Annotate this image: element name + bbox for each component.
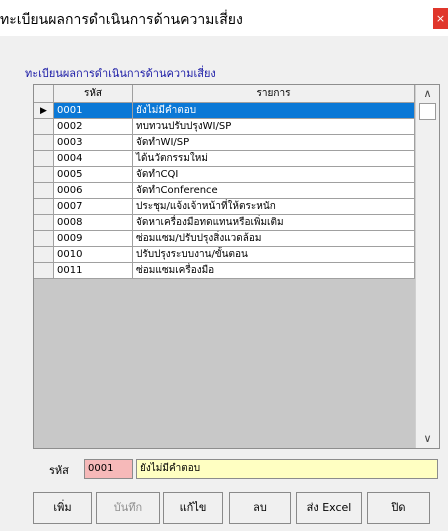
column-header-name[interactable]: รายการ xyxy=(133,85,415,102)
row-selector-header xyxy=(34,85,54,102)
row-selector[interactable] xyxy=(34,247,54,263)
close-window-button[interactable]: × xyxy=(433,8,448,29)
table-row[interactable]: ▶ 0001 ยังไม่มีคำตอบ xyxy=(34,103,415,119)
table-row[interactable]: 0008 จัดหาเครื่องมือทดแทนหรือเพิ่มเติม xyxy=(34,215,415,231)
cell-name[interactable]: ได้นวัตกรรมใหม่ xyxy=(133,151,415,167)
code-label: รหัส xyxy=(49,464,69,477)
delete-button[interactable]: ลบ xyxy=(229,492,291,524)
cell-name[interactable]: ปรับปรุงระบบงาน/ขั้นตอน xyxy=(133,247,415,263)
cell-code[interactable]: 0004 xyxy=(54,151,133,167)
title-bar: ทะเบียนผลการดำเนินการด้านความเสี่ยง × xyxy=(0,0,448,36)
name-field[interactable]: ยังไม่มีคำตอบ xyxy=(136,459,438,479)
table-row[interactable]: 0003 จัดทำWI/SP xyxy=(34,135,415,151)
scroll-down-icon[interactable]: ∨ xyxy=(416,430,439,448)
cell-code[interactable]: 0005 xyxy=(54,167,133,183)
vertical-scrollbar[interactable]: ∧ ∨ xyxy=(415,85,439,448)
window-title: ทะเบียนผลการดำเนินการด้านความเสี่ยง xyxy=(0,12,243,28)
scroll-up-icon[interactable]: ∧ xyxy=(416,85,439,103)
row-selector[interactable] xyxy=(34,231,54,247)
table-row[interactable]: 0011 ซ่อมแซมเครื่องมือ xyxy=(34,263,415,279)
cell-name[interactable]: จัดทำWI/SP xyxy=(133,135,415,151)
cell-code[interactable]: 0006 xyxy=(54,183,133,199)
cell-code[interactable]: 0011 xyxy=(54,263,133,279)
table-row[interactable]: 0007 ประชุม/แจ้งเจ้าหน้าที่ให้ตระหนัก xyxy=(34,199,415,215)
data-grid[interactable]: รหัส รายการ ▶ 0001 ยังไม่มีคำตอบ 0002 ทบทวนป… xyxy=(33,84,440,449)
table-row[interactable]: 0004 ได้นวัตกรรมใหม่ xyxy=(34,151,415,167)
cell-name[interactable]: ซ่อมแซมเครื่องมือ xyxy=(133,263,415,279)
scroll-thumb[interactable] xyxy=(419,103,436,120)
section-title: ทะเบียนผลการดำเนินการด้านความเสี่ยง xyxy=(25,67,216,80)
cell-code[interactable]: 0003 xyxy=(54,135,133,151)
close-button[interactable]: ปิด xyxy=(367,492,430,524)
edit-button[interactable]: แก้ไข xyxy=(163,492,223,524)
cell-name[interactable]: จัดทำCQI xyxy=(133,167,415,183)
table-row[interactable]: 0005 จัดทำCQI xyxy=(34,167,415,183)
cell-code[interactable]: 0009 xyxy=(54,231,133,247)
column-header-code[interactable]: รหัส xyxy=(54,85,133,102)
row-selector[interactable] xyxy=(34,215,54,231)
row-selector[interactable] xyxy=(34,183,54,199)
table-row[interactable]: 0009 ซ่อมแซม/ปรับปรุงสิ่งแวดล้อม xyxy=(34,231,415,247)
row-selector[interactable] xyxy=(34,199,54,215)
save-button[interactable]: บันทึก xyxy=(96,492,160,524)
row-selector[interactable] xyxy=(34,135,54,151)
grid-header: รหัส รายการ xyxy=(34,85,415,103)
cell-code[interactable]: 0001 xyxy=(54,103,133,119)
row-selector[interactable] xyxy=(34,151,54,167)
row-selector[interactable] xyxy=(34,119,54,135)
table-row[interactable]: 0010 ปรับปรุงระบบงาน/ขั้นตอน xyxy=(34,247,415,263)
cell-name[interactable]: ซ่อมแซม/ปรับปรุงสิ่งแวดล้อม xyxy=(133,231,415,247)
table-row[interactable]: 0006 จัดทำConference xyxy=(34,183,415,199)
cell-code[interactable]: 0002 xyxy=(54,119,133,135)
cell-name[interactable]: ยังไม่มีคำตอบ xyxy=(133,103,415,119)
row-selector[interactable] xyxy=(34,167,54,183)
code-field[interactable]: 0001 xyxy=(84,459,133,479)
cell-name[interactable]: ทบทวนปรับปรุงWI/SP xyxy=(133,119,415,135)
row-selected-icon[interactable]: ▶ xyxy=(34,103,54,119)
row-selector[interactable] xyxy=(34,263,54,279)
table-row[interactable]: 0002 ทบทวนปรับปรุงWI/SP xyxy=(34,119,415,135)
cell-code[interactable]: 0007 xyxy=(54,199,133,215)
cell-name[interactable]: ประชุม/แจ้งเจ้าหน้าที่ให้ตระหนัก xyxy=(133,199,415,215)
cell-code[interactable]: 0008 xyxy=(54,215,133,231)
add-button[interactable]: เพิ่ม xyxy=(33,492,92,524)
cell-code[interactable]: 0010 xyxy=(54,247,133,263)
export-excel-button[interactable]: ส่ง Excel xyxy=(296,492,362,524)
cell-name[interactable]: จัดทำConference xyxy=(133,183,415,199)
cell-name[interactable]: จัดหาเครื่องมือทดแทนหรือเพิ่มเติม xyxy=(133,215,415,231)
